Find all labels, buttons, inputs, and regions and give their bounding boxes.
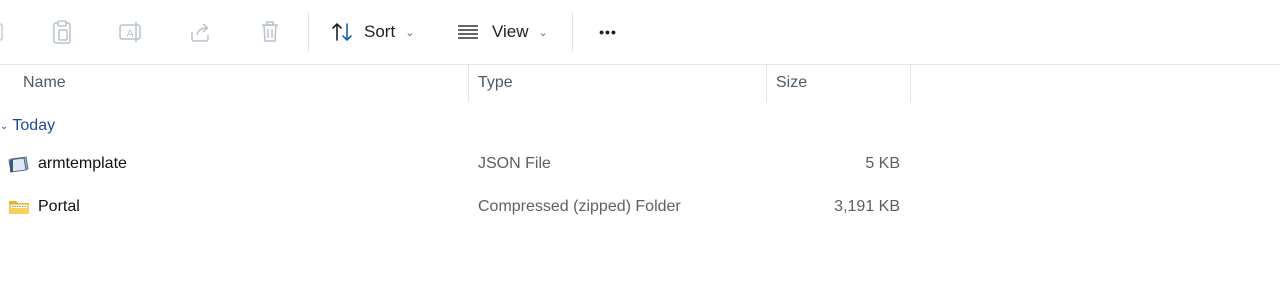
chevron-down-icon: ⌄	[405, 26, 415, 39]
chevron-down-icon: ⌄	[538, 26, 548, 39]
svg-text:A: A	[127, 29, 134, 40]
view-lines-icon	[456, 22, 480, 42]
more-options-button[interactable]: •••	[588, 12, 628, 52]
command-bar: A Sort ⌄ View ⌄ •••	[0, 0, 1280, 65]
file-size: 3,191 KB	[834, 198, 900, 215]
view-label: View	[492, 22, 529, 41]
group-label: Today	[12, 117, 56, 134]
file-type: Compressed (zipped) Folder	[478, 198, 681, 215]
file-size: 5 KB	[865, 155, 900, 172]
file-name: armtemplate	[38, 155, 127, 172]
file-type: JSON File	[478, 155, 551, 172]
sort-label: Sort	[364, 22, 396, 41]
file-name-cell: Portal	[8, 187, 80, 227]
column-header-row: Name Type Size	[0, 64, 1280, 102]
column-divider[interactable]	[910, 64, 911, 102]
column-divider[interactable]	[468, 64, 469, 102]
file-name-cell: armtemplate	[8, 144, 127, 184]
cut-icon[interactable]	[0, 12, 10, 52]
toolbar-separator	[308, 12, 309, 52]
paste-icon[interactable]	[42, 12, 82, 52]
delete-icon[interactable]	[250, 12, 290, 52]
file-row-portal[interactable]: Portal Compressed (zipped) Folder 3,191 …	[0, 187, 1280, 227]
sort-arrows-icon	[330, 20, 354, 44]
file-row-armtemplate[interactable]: armtemplate JSON File 5 KB	[0, 144, 1280, 184]
chevron-down-icon: ⌄	[0, 120, 9, 132]
column-header-type[interactable]: Type	[478, 64, 513, 102]
sort-button[interactable]: Sort ⌄	[322, 12, 440, 52]
column-header-size[interactable]: Size	[776, 64, 807, 102]
file-name: Portal	[38, 198, 80, 215]
view-button[interactable]: View ⌄	[448, 12, 572, 52]
column-divider[interactable]	[766, 64, 767, 102]
json-file-icon	[8, 156, 29, 173]
zip-folder-icon	[9, 201, 29, 214]
column-header-name[interactable]: Name	[23, 64, 66, 102]
toolbar-separator	[572, 12, 573, 52]
group-header-today[interactable]: ⌄ Today	[0, 112, 55, 140]
rename-icon[interactable]: A	[110, 12, 150, 52]
share-icon[interactable]	[180, 12, 220, 52]
